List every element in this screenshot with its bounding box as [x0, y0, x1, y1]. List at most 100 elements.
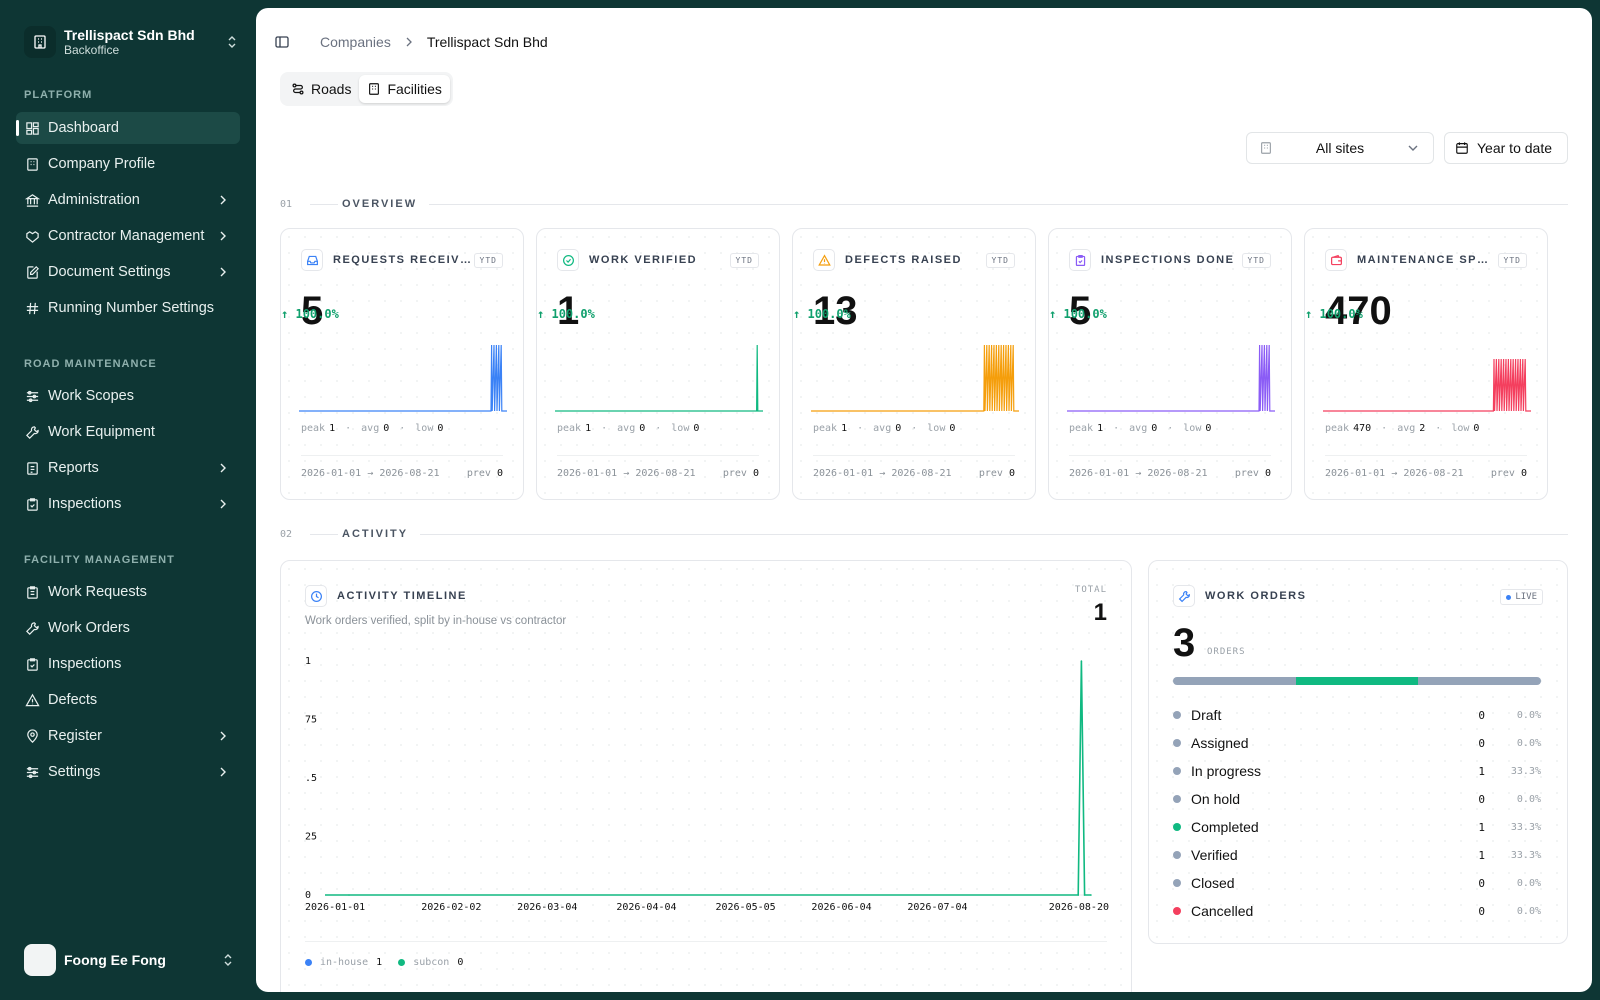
clipboard-check-icon — [24, 656, 40, 672]
kpi-delta: ↑ 100.0% — [793, 307, 851, 321]
sidebar-item-label: Defects — [48, 692, 98, 708]
status-row[interactable]: In progress 1 33.3% — [1173, 761, 1541, 781]
sparkline-series — [811, 344, 1019, 412]
kpi-title: DEFECTS RAISED — [845, 254, 962, 266]
legend-value: 1 — [376, 957, 383, 968]
chevron-right-icon — [220, 767, 226, 777]
sparkline-series — [1067, 344, 1275, 412]
sidebar-item-dashboard[interactable]: Dashboard — [16, 112, 240, 144]
sidebar-item-reports[interactable]: Reports — [16, 452, 240, 484]
sidebar-item-facility-inspections[interactable]: Inspections — [16, 648, 240, 680]
clock-icon — [305, 585, 327, 607]
status-dot — [1173, 767, 1181, 775]
kpi-footer: 2026-01-01 → 2026-08-21 prev 0 — [557, 455, 759, 479]
sidebar-item-document-settings[interactable]: Document Settings — [16, 256, 240, 288]
breadcrumb-parent[interactable]: Companies — [320, 34, 391, 50]
dashboard-icon — [24, 120, 40, 136]
tab-label: Facilities — [387, 81, 442, 97]
site-select[interactable]: All sites — [1246, 132, 1434, 164]
sidebar-toggle-icon[interactable] — [274, 34, 290, 50]
route-icon — [292, 83, 304, 95]
kpi-stats: peak 1 · avg 0 · low 0 — [301, 423, 444, 434]
stat-peak: peak 1 — [301, 423, 336, 434]
live-badge: LIVE — [1500, 589, 1543, 605]
kpi-delta: ↑ 100.0% — [1305, 307, 1363, 321]
wrench-icon — [24, 424, 40, 440]
x-tick-label: 2026-08-20 — [1049, 902, 1109, 913]
kpi-card[interactable]: REQUESTS RECEIV… YTD 5 ↑ 100.0% peak 1 · … — [280, 228, 524, 500]
status-count: 0 — [1478, 708, 1485, 722]
live-dot-icon — [1506, 594, 1512, 600]
status-row[interactable]: Completed 1 33.3% — [1173, 817, 1541, 837]
sidebar-item-label: Company Profile — [48, 156, 156, 172]
user-menu[interactable]: Foong Ee Fong — [24, 944, 234, 976]
sidebar-item-label: Running Number Settings — [48, 300, 215, 316]
chevron-right-icon — [220, 195, 226, 205]
status-label: On hold — [1191, 791, 1241, 807]
work-orders-unit: ORDERS — [1207, 647, 1246, 657]
org-switcher[interactable]: Trellispact Sdn Bhd Backoffice — [24, 24, 240, 60]
sidebar-item-work-equipment[interactable]: Work Equipment — [16, 416, 240, 448]
sidebar-item-work-orders[interactable]: Work Orders — [16, 612, 240, 644]
chevrons-up-down-icon[interactable] — [224, 34, 240, 50]
section-overview-header: 01 OVERVIEW — [280, 197, 1568, 211]
sidebar-item-label: Work Requests — [48, 584, 147, 600]
sidebar-item-defects[interactable]: Defects — [16, 684, 240, 716]
sidebar-item-work-requests[interactable]: Work Requests — [16, 576, 240, 608]
sliders-icon — [24, 388, 40, 404]
sidebar-item-settings[interactable]: Settings — [16, 756, 240, 788]
sidebar-item-register[interactable]: Register — [16, 720, 240, 752]
sidebar-item-contractor-management[interactable]: Contractor Management — [16, 220, 240, 252]
kpi-prev: prev 0 — [978, 468, 1015, 479]
status-label: Cancelled — [1191, 903, 1254, 919]
hash-icon — [24, 300, 40, 316]
chevron-right-icon — [220, 463, 226, 473]
status-label: Assigned — [1191, 735, 1249, 751]
status-row[interactable]: Closed 0 0.0% — [1173, 873, 1541, 893]
x-tick-label: 2026-02-02 — [421, 902, 481, 913]
kpi-prev: prev 0 — [1234, 468, 1271, 479]
sidebar-item-label: Work Scopes — [48, 388, 134, 404]
kpi-card[interactable]: WORK VERIFIED YTD 1 ↑ 100.0% peak 1 · avg… — [536, 228, 780, 500]
sidebar-item-company-profile[interactable]: Company Profile — [16, 148, 240, 180]
period-badge: YTD — [473, 252, 503, 268]
main-content: Companies Trellispact Sdn Bhd Roads Faci… — [256, 8, 1592, 992]
sidebar-item-road-inspections[interactable]: Inspections — [16, 488, 240, 520]
status-label: Closed — [1191, 875, 1235, 891]
status-percent: 0.0% — [1516, 877, 1541, 889]
legend-item[interactable]: in-house 1 — [305, 957, 382, 968]
status-percent: 33.3% — [1510, 765, 1541, 777]
chevron-right-icon — [220, 731, 226, 741]
legend-item[interactable]: subcon 0 — [398, 957, 463, 968]
stat-avg: avg 0 — [1129, 423, 1158, 434]
kpi-sparkline — [811, 344, 1019, 412]
status-row[interactable]: Draft 0 0.0% — [1173, 705, 1541, 725]
status-row[interactable]: Verified 1 33.3% — [1173, 845, 1541, 865]
tab-facilities[interactable]: Facilities — [359, 75, 450, 103]
activity-timeline-panel: ACTIVITY TIMELINE Work orders verified, … — [280, 560, 1132, 992]
kpi-delta-value: 100.0% — [807, 307, 851, 321]
section-number: 01 — [280, 198, 293, 210]
status-percent: 33.3% — [1510, 849, 1541, 861]
legend-label: subcon — [413, 957, 450, 968]
kpi-card[interactable]: DEFECTS RAISED YTD 13 ↑ 100.0% peak 1 · a… — [792, 228, 1036, 500]
status-count: 0 — [1478, 876, 1485, 890]
status-row[interactable]: Assigned 0 0.0% — [1173, 733, 1541, 753]
sparkline-series — [299, 344, 507, 412]
y-tick-label: 0 — [305, 890, 311, 901]
timeline-chart: 0 25 .5 75 1 2026-01-01 2026-02-02 2026-03-04 20… — [305, 656, 1109, 913]
sidebar-item-running-number-settings[interactable]: Running Number Settings — [16, 292, 240, 324]
kpi-card[interactable]: MAINTENANCE SP… YTD 470 ↑ 100.0% peak 470… — [1304, 228, 1548, 500]
kpi-prev: prev 0 — [1490, 468, 1527, 479]
status-row[interactable]: Cancelled 0 0.0% — [1173, 901, 1541, 921]
kpi-prev: prev 0 — [722, 468, 759, 479]
kpi-card[interactable]: INSPECTIONS DONE YTD 5 ↑ 100.0% peak 1 · … — [1048, 228, 1292, 500]
chevron-right-icon — [406, 37, 412, 47]
status-dot — [1173, 851, 1181, 859]
status-row[interactable]: On hold 0 0.0% — [1173, 789, 1541, 809]
date-range-button[interactable]: Year to date — [1444, 132, 1568, 164]
y-tick-label: .5 — [305, 773, 317, 784]
tab-roads[interactable]: Roads — [283, 75, 359, 103]
sidebar-item-administration[interactable]: Administration — [16, 184, 240, 216]
sidebar-item-work-scopes[interactable]: Work Scopes — [16, 380, 240, 412]
